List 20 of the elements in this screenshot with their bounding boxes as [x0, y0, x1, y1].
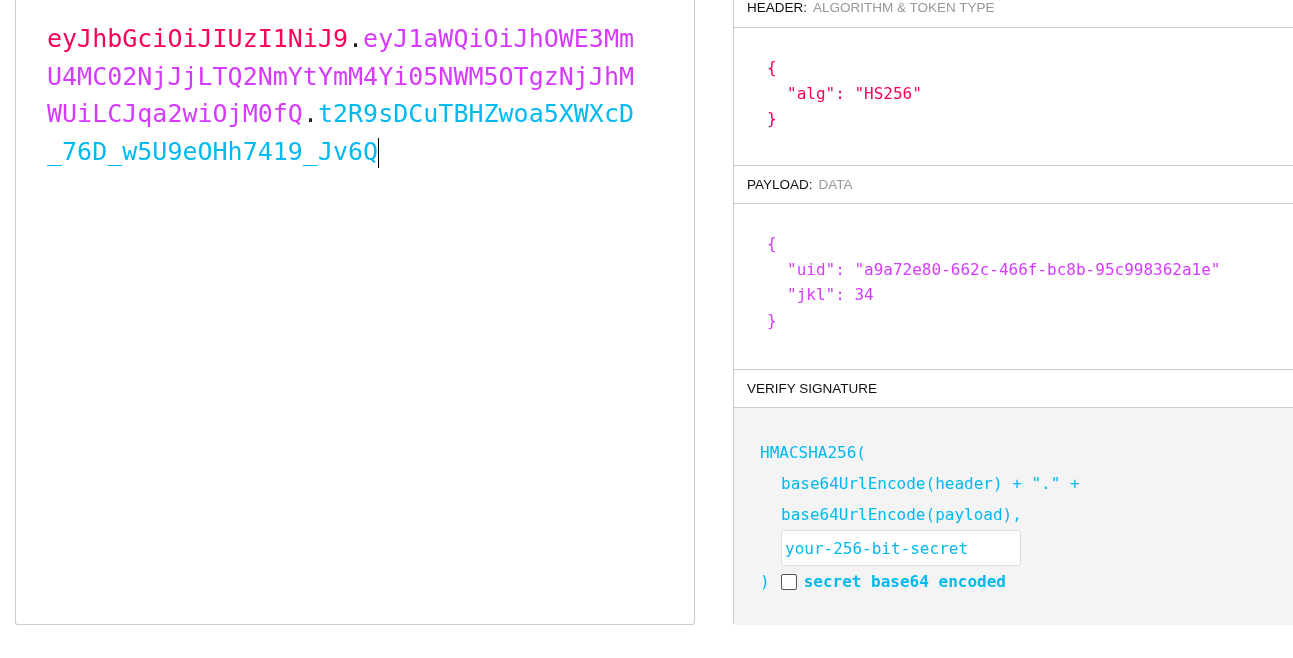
section-title: HEADER: — [747, 0, 807, 15]
section-title: PAYLOAD: — [747, 177, 813, 192]
json-line: "jkl": 34 — [786, 284, 875, 306]
encoded-token[interactable]: eyJhbGciOiJIUzI1NiJ9.eyJ1aWQiOiJhOWE3MmU4MC02NjJjLTQ2NmYtYmM4Yi05NWM5OTgzNjJhMWUiLCJqa2wiOjM0fQ.t2R9sDCuTBHZwoa5XWXcD_76D_w5U9eOHh7419_Jv6Q — [47, 20, 639, 170]
function-argument: base64UrlEncode(payload), — [780, 504, 1023, 526]
json-line: "uid": "a9a72e80-662c-466f-bc8b-95c998362a1e" — [786, 258, 1222, 281]
json-brace: { — [767, 233, 778, 255]
checkbox[interactable] — [780, 573, 797, 590]
function-name: HMACSHA256( — [760, 442, 867, 464]
section-subtitle: DATA — [818, 177, 853, 192]
secret-field[interactable]: your-256-bit-secret — [781, 530, 1021, 566]
section-title: VERIFY SIGNATURE — [747, 381, 878, 396]
section-subtitle: ALGORITHM & TOKEN TYPE — [813, 0, 995, 15]
json-brace: } — [767, 108, 778, 130]
closing-paren: ) — [760, 571, 770, 593]
json-brace: { — [767, 57, 778, 79]
function-argument: base64UrlEncode(header) + "." + — [780, 473, 1081, 495]
json-line: "alg": "HS256" — [786, 82, 923, 105]
checkbox-label[interactable]: secret base64 encoded — [803, 566, 1006, 597]
json-brace: } — [767, 309, 778, 332]
